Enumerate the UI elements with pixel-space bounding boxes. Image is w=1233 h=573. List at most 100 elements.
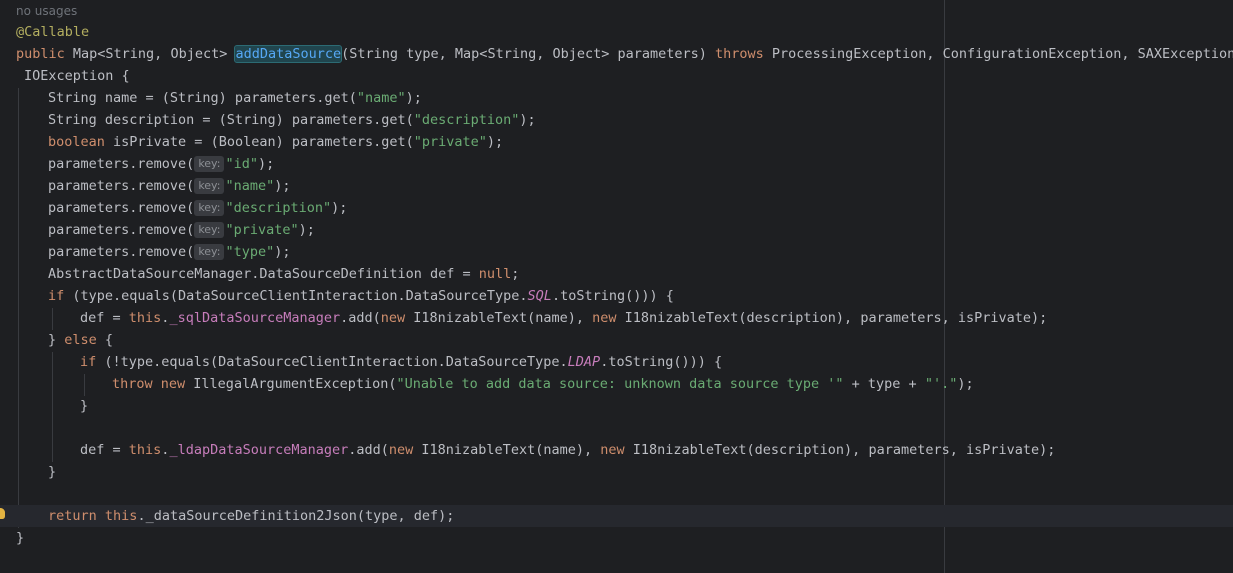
keyword: new <box>160 376 186 392</box>
code-text: { <box>96 332 114 348</box>
code-text: (!type.equals(DataSourceClientInteractio… <box>96 354 568 370</box>
intention-bulb-icon[interactable] <box>0 508 5 519</box>
code-text: def = <box>80 442 129 458</box>
code-text: String name = (String) parameters.get( <box>48 90 357 106</box>
code-line[interactable]: parameters.remove(key: "id"); <box>48 153 274 175</box>
code-editor[interactable]: no usages @Callable public Map<String, O… <box>0 0 1233 573</box>
indent-guide <box>84 374 85 396</box>
keyword: public <box>16 46 65 62</box>
keyword: if <box>80 354 97 370</box>
parameter-hint: key: <box>194 200 225 216</box>
code-text: I18nizableText(description), parameters,… <box>624 442 1056 458</box>
code-line[interactable]: boolean isPrivate = (Boolean) parameters… <box>48 131 503 153</box>
method-declaration[interactable]: addDataSource <box>234 45 343 63</box>
code-line[interactable]: } <box>80 395 88 417</box>
parameter-hint: key: <box>194 178 225 194</box>
code-text: ); <box>274 178 291 194</box>
code-text: } <box>48 464 57 480</box>
code-text: ._dataSourceDefinition2Json(type, def); <box>137 508 455 524</box>
code-text: isPrivate = (Boolean) parameters.get( <box>104 134 414 150</box>
code-line[interactable]: String name = (String) parameters.get("n… <box>48 87 422 109</box>
code-text: (String type, Map<String, Object> parame… <box>341 46 716 62</box>
code-text: Map<String, Object> <box>64 46 236 62</box>
code-text: IOException { <box>24 68 130 84</box>
code-text: IllegalArgumentException( <box>185 376 397 392</box>
code-line[interactable]: } else { <box>48 329 113 351</box>
code-text: .add( <box>348 442 389 458</box>
annotation: @Callable <box>16 24 90 40</box>
string-literal: "'." <box>924 376 958 392</box>
code-text: I18nizableText(name), <box>405 310 593 326</box>
string-literal: "id" <box>225 156 258 172</box>
code-text: } <box>16 530 25 546</box>
code-line[interactable]: String description = (String) parameters… <box>48 109 536 131</box>
string-literal: "description" <box>413 112 520 128</box>
code-line[interactable]: def = this._sqlDataSourceManager.add(new… <box>80 307 1047 329</box>
code-text: (type.equals(DataSourceClientInteraction… <box>64 288 528 304</box>
string-literal: "name" <box>225 178 275 194</box>
code-line[interactable]: IOException { <box>24 65 130 87</box>
parameter-hint: key: <box>194 156 225 172</box>
code-text: } <box>80 398 89 414</box>
code-text: } <box>48 332 65 348</box>
keyword: else <box>64 332 97 348</box>
code-line[interactable]: if (type.equals(DataSourceClientInteract… <box>48 285 674 307</box>
code-text: ); <box>519 112 536 128</box>
code-text: ); <box>258 156 275 172</box>
code-line[interactable]: @Callable <box>16 21 89 43</box>
code-line[interactable]: parameters.remove(key: "name"); <box>48 175 291 197</box>
parameter-hint: key: <box>194 222 225 238</box>
string-literal: "name" <box>356 90 406 106</box>
code-text: ); <box>405 90 422 106</box>
code-text: ); <box>298 222 315 238</box>
keyword: null <box>478 266 512 282</box>
keyword: boolean <box>48 134 105 150</box>
code-text: AbstractDataSourceManager.DataSourceDefi… <box>48 266 479 282</box>
static-constant: SQL <box>527 288 552 304</box>
code-line[interactable]: return this._dataSourceDefinition2Json(t… <box>48 505 454 527</box>
code-text: I18nizableText(name), <box>413 442 601 458</box>
code-line[interactable]: throw new IllegalArgumentException("Unab… <box>112 373 974 395</box>
code-line[interactable]: AbstractDataSourceManager.DataSourceDefi… <box>48 263 519 285</box>
keyword: new <box>388 442 414 458</box>
code-text: .add( <box>340 310 381 326</box>
code-text: parameters.remove( <box>48 200 195 216</box>
code-text: ); <box>486 134 504 150</box>
keyword: new <box>380 310 406 326</box>
code-text: parameters.remove( <box>48 156 195 172</box>
code-text: ); <box>331 200 348 216</box>
string-literal: "Unable to add data source: unknown data… <box>396 376 844 392</box>
code-line[interactable]: } <box>48 461 56 483</box>
code-text: + type + <box>843 376 925 392</box>
keyword: new <box>592 310 617 326</box>
code-text: parameters.remove( <box>48 244 195 260</box>
code-text: parameters.remove( <box>48 178 195 194</box>
keyword: if <box>48 288 65 304</box>
keyword: this <box>104 508 138 524</box>
indent-guide <box>52 352 53 462</box>
indent-guide <box>18 88 19 528</box>
keyword: new <box>600 442 625 458</box>
code-line[interactable]: parameters.remove(key: "private"); <box>48 219 315 241</box>
field-reference: _ldapDataSourceManager <box>169 442 349 458</box>
code-line[interactable]: } <box>16 527 24 549</box>
code-line[interactable]: public Map<String, Object> addDataSource… <box>16 43 1233 65</box>
code-text: ; <box>511 266 520 282</box>
keyword: this <box>128 442 162 458</box>
usages-hint[interactable]: no usages <box>16 0 77 22</box>
code-text: def = <box>80 310 129 326</box>
code-line[interactable]: def = this._ldapDataSourceManager.add(ne… <box>80 439 1055 461</box>
code-line[interactable]: if (!type.equals(DataSourceClientInterac… <box>80 351 722 373</box>
code-line[interactable]: parameters.remove(key: "type"); <box>48 241 291 263</box>
keyword: throws <box>715 46 764 62</box>
code-text: String description = (String) parameters… <box>48 112 414 128</box>
code-text: ); <box>274 244 291 260</box>
right-margin-guide <box>944 0 945 573</box>
code-line[interactable]: parameters.remove(key: "description"); <box>48 197 347 219</box>
code-text: ); <box>957 376 974 392</box>
code-text: parameters.remove( <box>48 222 195 238</box>
static-constant: LDAP <box>567 354 601 370</box>
keyword: throw <box>112 376 153 392</box>
